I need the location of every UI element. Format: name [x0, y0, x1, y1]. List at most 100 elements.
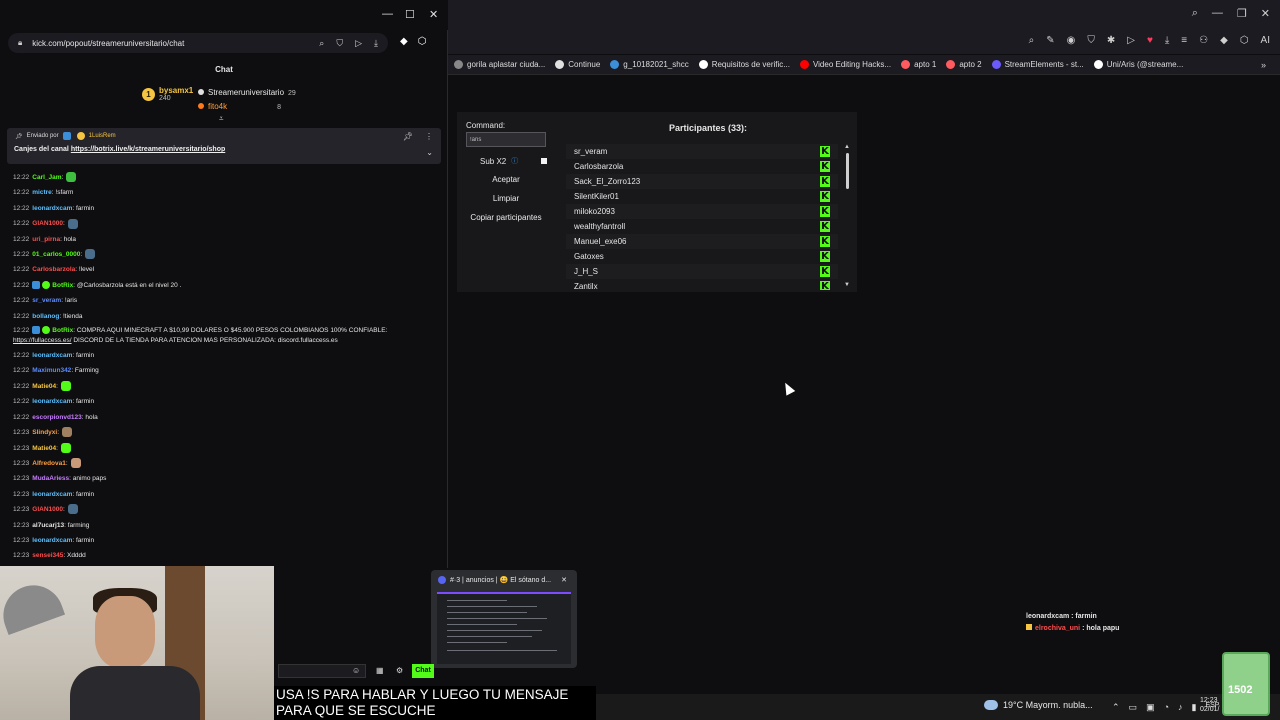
- pinned-sender[interactable]: 1LuisRem: [89, 133, 116, 139]
- message-username[interactable]: leonardxcam: [32, 537, 72, 544]
- message-username[interactable]: mictre: [32, 189, 52, 196]
- heart-icon[interactable]: ♥: [1147, 35, 1153, 46]
- lock-icon[interactable]: 🔒︎: [18, 38, 22, 48]
- bookmark-8[interactable]: ♪ Uni/Aris (@streame...: [1093, 60, 1183, 69]
- message-username[interactable]: GIAN1000: [32, 220, 63, 227]
- more-icon[interactable]: ⋮: [425, 132, 433, 141]
- chevron-down-icon[interactable]: ⌄: [426, 148, 433, 157]
- extension-icon[interactable]: ✱: [1107, 35, 1115, 46]
- zoom-icon[interactable]: ⌕: [319, 38, 324, 49]
- bookmark-0[interactable]: gorila aplastar ciuda...: [454, 60, 545, 69]
- message-username[interactable]: uri_pirna: [32, 236, 60, 243]
- maximize-icon[interactable]: ☐: [405, 8, 415, 21]
- message-username[interactable]: leonardxcam: [32, 398, 72, 405]
- message-username[interactable]: BotRix: [52, 282, 73, 289]
- volume-icon[interactable]: ♪: [1178, 702, 1183, 713]
- play-icon[interactable]: ▷: [355, 38, 362, 49]
- message-username[interactable]: Alfredova1: [32, 460, 66, 467]
- diamond-icon[interactable]: ◆: [1220, 35, 1228, 46]
- pin-icon[interactable]: 📌︎: [403, 132, 413, 141]
- camera-icon[interactable]: ◉: [1067, 35, 1076, 46]
- download-icon[interactable]: ⤓: [1165, 35, 1169, 46]
- diamond-icon[interactable]: ◆: [400, 36, 408, 47]
- popout-url-bar[interactable]: 🔒︎ kick.com/popout/streameruniversitario…: [8, 33, 388, 53]
- close-icon[interactable]: ✕: [1261, 7, 1270, 20]
- message-username[interactable]: 01_carlos_0000: [32, 251, 80, 258]
- battery-icon[interactable]: ▮: [1192, 702, 1197, 713]
- info-icon[interactable]: ⓘ: [511, 156, 518, 166]
- chat-message: 12:22 sr_veram: !aris: [13, 293, 433, 308]
- message-username[interactable]: Maximun342: [32, 367, 71, 374]
- menu-icon[interactable]: ≡: [1181, 35, 1187, 46]
- scroll-up-icon[interactable]: ▲: [844, 144, 850, 150]
- bookmark-5[interactable]: apto 1: [901, 60, 936, 69]
- message-username[interactable]: escorpionvd123: [32, 414, 82, 421]
- sub-x2-checkbox[interactable]: [541, 158, 548, 164]
- search-icon[interactable]: ⌕: [1029, 35, 1035, 46]
- download-icon[interactable]: ⤓: [374, 38, 378, 49]
- clear-button[interactable]: Limpiar: [466, 191, 546, 207]
- message-username[interactable]: bollanog: [32, 313, 59, 320]
- weather-widget[interactable]: 19°C Mayorm. nubla...: [984, 700, 1093, 710]
- monitor-icon[interactable]: ▭: [1129, 702, 1138, 713]
- shield-icon[interactable]: ⛉: [1087, 35, 1095, 46]
- cube-icon[interactable]: ⬡: [418, 36, 427, 47]
- message-username[interactable]: Carlosbarzola: [32, 266, 75, 273]
- taskbar-clock[interactable]: 12:23 02/01/: [1200, 696, 1219, 714]
- minimize-icon[interactable]: —: [382, 8, 393, 20]
- message-username[interactable]: leonardxcam: [32, 491, 72, 498]
- emoji-icon[interactable]: ☺: [352, 666, 360, 675]
- message-username[interactable]: sr_veram: [32, 297, 61, 304]
- message-username[interactable]: BotRix: [52, 327, 73, 334]
- chevron-up-icon[interactable]: ⌃: [1112, 702, 1120, 713]
- bookmark-2[interactable]: g_10182021_shcc: [610, 60, 689, 69]
- message-username[interactable]: GIAN1000: [32, 506, 63, 513]
- minimize-icon[interactable]: —: [1212, 7, 1223, 20]
- chat-message: 12:23 al7ucarj13: farming: [13, 518, 433, 533]
- search-icon[interactable]: ⌕: [1192, 7, 1198, 20]
- message-text: :: [80, 251, 83, 259]
- bookmark-4[interactable]: Video Editing Hacks...: [799, 60, 891, 69]
- accept-button[interactable]: Aceptar: [466, 172, 546, 188]
- message-username[interactable]: Matie04: [32, 383, 56, 390]
- close-icon[interactable]: ✕: [561, 576, 567, 584]
- play-icon[interactable]: ▷: [1127, 35, 1135, 46]
- participants-scroll-thumb[interactable]: [846, 153, 849, 189]
- bookmark-7[interactable]: StreamElements - st...: [991, 60, 1084, 69]
- close-icon[interactable]: ✕: [429, 8, 438, 21]
- bot-badge-icon: [32, 326, 41, 335]
- message-username[interactable]: Carl_Jam: [32, 174, 61, 181]
- bookmark-6[interactable]: apto 2: [946, 60, 982, 69]
- wifi-icon[interactable]: ◔: [1164, 702, 1169, 713]
- restore-icon[interactable]: ❐: [1237, 7, 1247, 20]
- ai-icon[interactable]: AI: [1261, 35, 1270, 46]
- gear-icon[interactable]: ⚙: [396, 666, 403, 675]
- message-username[interactable]: Slindyxi: [32, 429, 57, 436]
- message-username[interactable]: leonardxcam: [32, 352, 72, 359]
- cube-icon[interactable]: ⬡: [1240, 35, 1249, 46]
- message-username[interactable]: leonardxcam: [32, 205, 72, 212]
- leaderboard-top[interactable]: 1 bysamx1 240: [142, 86, 193, 102]
- message-username[interactable]: MudaAriess: [32, 475, 69, 482]
- message-username[interactable]: Matie04: [32, 445, 56, 452]
- bookmark-1[interactable]: Continue: [555, 60, 600, 69]
- command-input[interactable]: [466, 132, 546, 147]
- bookmark-3[interactable]: X Requisitos de verific...: [698, 60, 790, 69]
- edit-icon[interactable]: ✎: [1046, 35, 1054, 46]
- leaderboard-entry[interactable]: Streameruniversitario 29: [198, 86, 296, 100]
- message-link[interactable]: https://fullaccess.es/: [13, 337, 72, 344]
- pinned-link[interactable]: https://botrix.live/k/streameruniversita…: [71, 146, 225, 153]
- display-icon[interactable]: ▣: [1146, 702, 1155, 713]
- streamer-face: [95, 596, 155, 668]
- collapse-icon[interactable]: ⩡: [219, 114, 224, 124]
- message-username[interactable]: al7ucarj13: [32, 522, 64, 529]
- profile-icon[interactable]: ⚇: [1199, 35, 1208, 46]
- scroll-down-icon[interactable]: ▼: [844, 282, 850, 288]
- message-username[interactable]: sensei345: [32, 552, 63, 559]
- shield-icon[interactable]: ⛉: [336, 38, 343, 49]
- store-icon[interactable]: ▦: [376, 666, 384, 675]
- leaderboard-entry[interactable]: fito4k 8: [198, 100, 296, 114]
- chevron-right-icon[interactable]: »: [1261, 60, 1266, 70]
- copy-participants-button[interactable]: Copiar participantes: [466, 210, 546, 226]
- chat-send-button[interactable]: Chat: [412, 664, 434, 678]
